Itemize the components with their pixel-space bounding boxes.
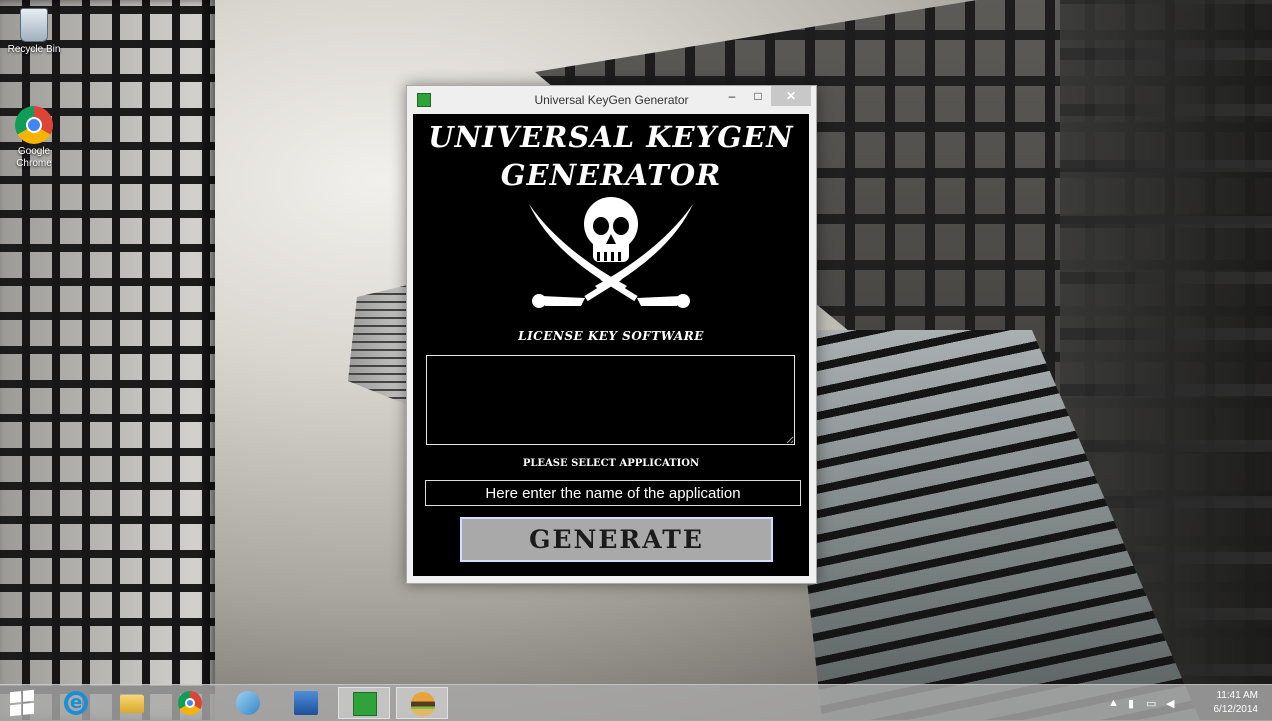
- taskbar-burger-app[interactable]: [396, 687, 448, 719]
- select-application-label: PLEASE SELECT APPLICATION: [522, 458, 700, 469]
- internet-explorer-icon: [64, 691, 88, 715]
- burger-app-icon: [411, 692, 435, 716]
- system-tray: ▲ ▮ ▭ ◀ 11:41 AM 6/12/2014: [1102, 685, 1272, 721]
- taskbar-keygen-app[interactable]: [338, 687, 390, 719]
- volume-icon[interactable]: ◀: [1166, 697, 1174, 710]
- taskbar-chrome[interactable]: [164, 687, 216, 719]
- keygen-window: Universal KeyGen Generator – □ ✕ UNIVERS…: [406, 85, 817, 584]
- desktop-icon-label: Google Chrome: [16, 146, 52, 169]
- app-heading-line-1: UNIVERSAL KEYGEN: [428, 120, 794, 154]
- network-icon[interactable]: ▭: [1146, 697, 1156, 710]
- taskbar-paint[interactable]: [222, 687, 274, 719]
- remote-desktop-icon: [294, 691, 318, 715]
- chrome-icon: [15, 106, 53, 144]
- clock-date[interactable]: 6/12/2014: [1214, 704, 1259, 715]
- license-key-output[interactable]: [426, 355, 795, 445]
- application-name-input[interactable]: [425, 480, 801, 506]
- taskbar-internet-explorer[interactable]: [50, 687, 102, 719]
- taskbar-file-explorer[interactable]: [106, 687, 158, 719]
- logo-caption: LICENSE KEY SOFTWARE: [518, 329, 704, 343]
- app-heading-line-2: GENERATOR: [500, 158, 722, 192]
- clock-time[interactable]: 11:41 AM: [1216, 690, 1258, 701]
- paint-icon: [236, 691, 260, 715]
- show-hidden-icons-icon[interactable]: ▲: [1108, 697, 1119, 709]
- skull-crossed-swords-icon: [529, 197, 693, 308]
- window-titlebar[interactable]: Universal KeyGen Generator – □ ✕: [407, 86, 816, 114]
- desktop-icon-label: Recycle Bin: [7, 44, 61, 55]
- taskbar-remote-desktop[interactable]: [280, 687, 332, 719]
- file-explorer-icon: [120, 695, 144, 713]
- chrome-icon: [178, 691, 202, 715]
- wallpaper-building-center: [348, 285, 408, 405]
- taskbar: ▲ ▮ ▭ ◀ 11:41 AM 6/12/2014: [0, 684, 1272, 721]
- minimize-button[interactable]: –: [719, 86, 745, 106]
- battery-icon[interactable]: ▮: [1128, 697, 1134, 710]
- desktop-icon-chrome[interactable]: Google Chrome: [2, 106, 66, 170]
- app-heading: UNIVERSAL KEYGEN GENERATOR: [413, 118, 809, 194]
- desktop-icon-recycle-bin[interactable]: Recycle Bin: [2, 8, 66, 56]
- maximize-button[interactable]: □: [745, 86, 771, 106]
- windows-start-icon: [10, 689, 34, 717]
- keygen-app-icon: [353, 692, 377, 716]
- generate-button[interactable]: GENERATE: [460, 517, 773, 562]
- start-button[interactable]: [0, 687, 52, 719]
- close-button[interactable]: ✕: [771, 86, 811, 106]
- recycle-bin-icon: [20, 8, 48, 42]
- window-client-area: UNIVERSAL KEYGEN GENERATOR LICENSE KEY S: [413, 114, 809, 576]
